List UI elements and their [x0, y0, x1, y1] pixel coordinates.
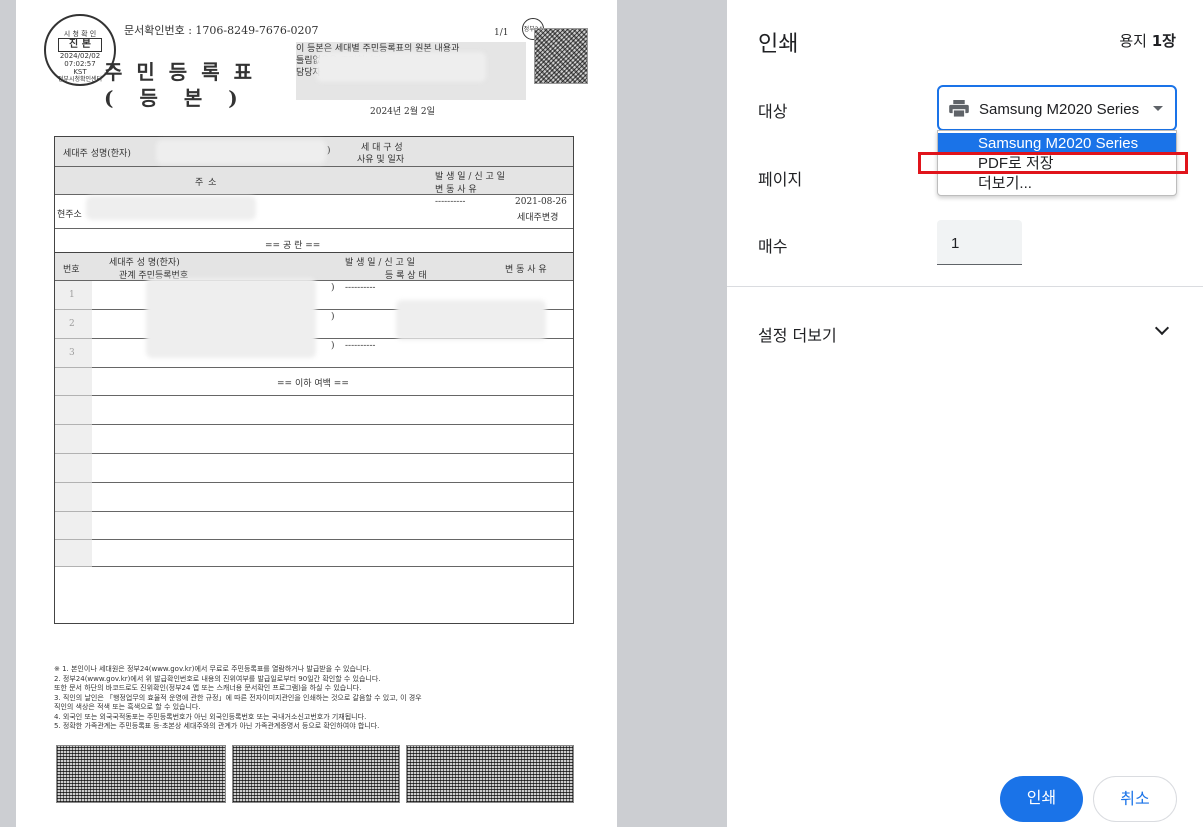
footnote: 3. 직인의 날인은 「행정업무의 효율적 운영에 관한 규정」에 따른 전자이…	[54, 693, 422, 702]
empty-row	[55, 512, 573, 540]
col-reason: 변 동 사 유	[505, 265, 547, 275]
qr-code	[534, 28, 588, 84]
change-reason: 세대주변경	[517, 213, 559, 223]
sheet-count-prefix: 용지	[1119, 32, 1152, 50]
document-subtitle: (등본)	[104, 86, 264, 110]
change-reason-label: 변 동 사 유	[435, 185, 477, 195]
footnote: ※ 1. 본인이나 세대원은 정부24(www.gov.kr)에서 무료로 주민…	[54, 665, 372, 673]
paren: )	[327, 146, 331, 156]
option-samsung-printer[interactable]: Samsung M2020 Series	[938, 133, 1176, 154]
paren: )	[331, 341, 335, 351]
redacted-area	[316, 52, 486, 82]
end-label: == 이하 여백 ==	[277, 379, 349, 389]
current-address-label: 현주소	[57, 210, 82, 220]
seal-top-text: 시 청 확 인	[63, 30, 97, 38]
document-number: 문서확인번호 : 1706-8249-7676-0207	[124, 24, 319, 37]
householder-label: 세대주 성명(한자)	[63, 149, 131, 159]
address-label: 주 소	[195, 178, 218, 188]
barcode	[56, 745, 226, 803]
pages-label: 페이지	[758, 170, 803, 189]
paren: )	[331, 283, 335, 293]
blank-label: == 공 란 ==	[265, 241, 321, 251]
printer-icon	[949, 100, 969, 118]
print-settings-panel: 인쇄 용지 1장 대상 Samsung M2020 Series Samsung…	[727, 0, 1203, 827]
report-date-label: 발 생 일 / 신 고 일	[435, 172, 505, 182]
panel-title: 인쇄	[758, 32, 799, 57]
redacted-area	[156, 140, 326, 164]
destination-select[interactable]: Samsung M2020 Series	[937, 85, 1177, 131]
more-settings-toggle[interactable]: 설정 더보기	[758, 322, 837, 346]
cancel-button[interactable]: 취소	[1093, 776, 1177, 822]
empty-row	[55, 540, 573, 567]
household-reason-label: 사유 및 일자	[357, 155, 405, 165]
annotation-highlight-box	[918, 152, 1188, 174]
members-header-row: 번호 세대주 성 명(한자) 관계 주민등록번호 발 생 일 / 신 고 일 등…	[55, 253, 573, 281]
option-see-more[interactable]: 더보기...	[938, 173, 1176, 194]
copies-input[interactable]: 1	[937, 220, 1022, 265]
col-no: 번호	[63, 265, 80, 275]
issue-date: 2024년 2월 2일	[370, 107, 435, 117]
dropdown-arrow-icon	[1153, 106, 1163, 111]
footnote: 4. 외국인 또는 외국국적동포는 주민등록번호가 아닌 외국인등록번호 또는 …	[54, 712, 367, 721]
address-header-row: 주 소 발 생 일 / 신 고 일 변 동 사 유	[55, 167, 573, 195]
footnote: 또한 문서 하단의 바코드로도 진위확인(정부24 앱 또는 스캐너용 문서확인…	[54, 684, 362, 692]
divider	[727, 286, 1203, 287]
empty-row	[55, 425, 573, 454]
print-button[interactable]: 인쇄	[1000, 776, 1083, 822]
empty-row	[55, 454, 573, 483]
end-row: == 이하 여백 ==	[55, 368, 573, 396]
barcode	[406, 745, 574, 803]
paren: )	[331, 312, 335, 322]
sheet-count: 용지 1장	[1119, 30, 1176, 51]
footnotes: ※ 1. 본인이나 세대원은 정부24(www.gov.kr)에서 무료로 주민…	[54, 665, 584, 732]
document-page: 시 청 확 인 진 본 2024/02/02 07:02:57 KST 정부시청…	[16, 0, 617, 827]
page-number: 1/1	[494, 28, 509, 38]
dashes: ----------	[435, 197, 466, 207]
col-name: 세대주 성 명(한자)	[109, 258, 180, 268]
print-preview-area: 시 청 확 인 진 본 2024/02/02 07:02:57 KST 정부시청…	[0, 0, 727, 827]
col-status: 등 록 상 태	[385, 271, 427, 281]
footnote: 5. 정확한 가족관계는 주민등록표 등·초본상 세대주와의 관계가 아닌 가족…	[54, 722, 380, 730]
redacted-area	[86, 196, 256, 220]
redacted-area	[146, 278, 316, 358]
copies-label: 매수	[758, 237, 788, 256]
sheet-count-value: 1장	[1151, 32, 1176, 50]
destination-label: 대상	[758, 102, 788, 121]
document-title: 주민등록표	[104, 60, 266, 84]
empty-row	[55, 483, 573, 512]
dashes: ----------	[345, 341, 376, 351]
footnote: 2. 정부24(www.gov.kr)에서 위 발급확인번호로 내용의 진위여부…	[54, 674, 381, 683]
number-column-shade	[55, 281, 92, 567]
dashes: ----------	[345, 283, 376, 293]
change-date: 2021-08-26	[515, 197, 567, 207]
empty-row	[55, 396, 573, 425]
seal-main-text: 진 본	[58, 38, 102, 52]
destination-value: Samsung M2020 Series	[979, 101, 1140, 118]
col-date: 발 생 일 / 신 고 일	[345, 258, 415, 268]
footnote: 직인의 색상은 적색 또는 흑색으로 할 수 있습니다.	[54, 703, 201, 711]
barcode	[232, 745, 400, 803]
chevron-down-icon[interactable]	[1154, 320, 1170, 336]
redacted-area	[396, 300, 546, 340]
